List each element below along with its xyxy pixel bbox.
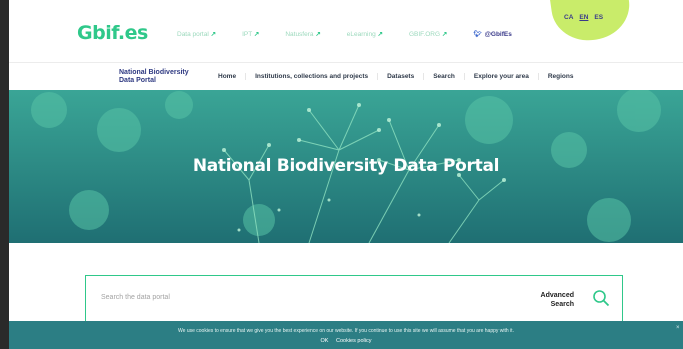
nav-items: Home Institutions, collections and proje… bbox=[209, 73, 582, 80]
twitter-icon: 🐦︎ bbox=[473, 31, 482, 38]
gbif-logo[interactable]: Gbif.es bbox=[77, 22, 148, 44]
close-icon[interactable]: × bbox=[676, 325, 680, 331]
nav-item-home[interactable]: Home bbox=[209, 73, 245, 80]
external-arrow-icon: ↗ bbox=[253, 31, 260, 38]
link-gbif-org[interactable]: GBIF.ORG ↗ bbox=[409, 30, 447, 38]
lang-ca[interactable]: CA bbox=[564, 14, 573, 21]
nav-item-search[interactable]: Search bbox=[423, 73, 464, 80]
link-natusfera[interactable]: Natusfera ↗ bbox=[285, 30, 320, 38]
external-arrow-icon: ↗ bbox=[441, 31, 448, 38]
external-links: Data portal ↗ IPT ↗ Natusfera ↗ eLearnin… bbox=[177, 30, 538, 38]
page: Gbif.es Data portal ↗ IPT ↗ Natusfera ↗ … bbox=[9, 0, 683, 349]
nav-item-datasets[interactable]: Datasets bbox=[377, 73, 423, 80]
search-icon[interactable] bbox=[592, 289, 610, 307]
lang-en[interactable]: EN bbox=[579, 14, 588, 21]
external-arrow-icon: ↗ bbox=[377, 31, 383, 38]
external-arrow-icon: ↗ bbox=[315, 31, 321, 38]
nav-item-explore[interactable]: Explore your area bbox=[463, 73, 538, 80]
language-blob bbox=[548, 0, 634, 46]
cookie-ok-button[interactable]: OK bbox=[321, 338, 329, 344]
cookie-banner: We use cookies to ensure that we give yo… bbox=[9, 321, 683, 349]
cookie-message: We use cookies to ensure that we give yo… bbox=[178, 328, 514, 334]
cookie-actions: OK Cookies policy bbox=[9, 338, 683, 344]
nav-brand[interactable]: National Biodiversity Data Portal bbox=[119, 69, 189, 85]
external-arrow-icon: ↗ bbox=[210, 31, 217, 38]
advanced-search-link[interactable]: Advanced Search bbox=[526, 291, 574, 309]
search-box: Search the data portal Advanced Search bbox=[85, 275, 623, 322]
language-switcher: CA EN ES bbox=[564, 14, 603, 21]
nav-item-institutions[interactable]: Institutions, collections and projects bbox=[245, 73, 377, 80]
main-nav: National Biodiversity Data Portal Home I… bbox=[9, 62, 683, 91]
lang-es[interactable]: ES bbox=[594, 14, 603, 21]
link-twitter[interactable]: 🐦︎ @GbifEs bbox=[473, 30, 512, 38]
hero-banner: National Biodiversity Data Portal bbox=[9, 90, 683, 243]
link-data-portal[interactable]: Data portal ↗ bbox=[177, 30, 216, 38]
link-ipt[interactable]: IPT ↗ bbox=[242, 30, 259, 38]
top-bar: Gbif.es Data portal ↗ IPT ↗ Natusfera ↗ … bbox=[9, 0, 683, 62]
link-elearning[interactable]: eLearning ↗ bbox=[347, 30, 383, 38]
hero-title: National Biodiversity Data Portal bbox=[192, 156, 500, 176]
cookie-policy-link[interactable]: Cookies policy bbox=[336, 338, 371, 344]
nav-item-regions[interactable]: Regions bbox=[537, 73, 583, 80]
search-input[interactable]: Search the data portal bbox=[101, 294, 170, 301]
